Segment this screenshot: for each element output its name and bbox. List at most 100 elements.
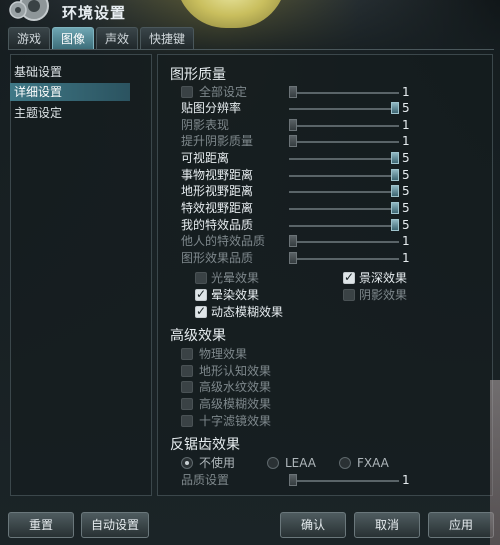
slider-value: 1 <box>402 234 410 248</box>
apply-button[interactable]: 应用 <box>428 512 494 538</box>
dof-checkbox[interactable] <box>343 270 355 284</box>
slider-track[interactable] <box>289 208 399 210</box>
effect-distance-row: 特效视野距离 5 <box>181 200 417 216</box>
slider-track[interactable] <box>289 141 399 143</box>
gear-icon <box>9 0 49 21</box>
slider-track[interactable] <box>289 175 399 177</box>
slider-value: 5 <box>402 201 410 215</box>
antialiasing-options-row: 不使用 LEAA FXAA <box>181 455 421 471</box>
slider-handle[interactable] <box>391 185 399 197</box>
slider-handle[interactable] <box>391 202 399 214</box>
slider-value: 1 <box>402 118 410 132</box>
slider-handle[interactable] <box>391 169 399 181</box>
slider-label: 可视距离 <box>181 151 230 165</box>
window-title: 环境设置 <box>62 4 127 22</box>
slider-label: 他人的特效品质 <box>181 234 266 248</box>
reset-button[interactable]: 重置 <box>8 512 74 538</box>
slider-handle[interactable] <box>391 102 399 114</box>
slider-value: 5 <box>402 184 410 198</box>
shadow-effect-checkbox[interactable] <box>343 289 355 301</box>
slider-handle[interactable] <box>289 119 297 131</box>
slider-label: 提升阴影质量 <box>181 134 254 148</box>
aa-fxaa-radio[interactable] <box>339 457 351 469</box>
slider-handle[interactable] <box>391 219 399 231</box>
slider-handle[interactable] <box>391 152 399 164</box>
blur-row: 晕染效果 阴影效果 <box>181 287 421 303</box>
terrain-recognition-row: 地形认知效果 <box>181 363 417 379</box>
slider-handle[interactable] <box>289 252 297 264</box>
blur-checkbox[interactable] <box>195 287 207 301</box>
tab-divider <box>8 49 494 50</box>
slider-value: 1 <box>402 134 410 148</box>
slider-value: 1 <box>402 85 410 99</box>
shadow-display-row: 阴影表现 1 <box>181 117 417 133</box>
water-checkbox[interactable] <box>181 381 193 393</box>
all-settings-checkbox[interactable] <box>181 86 193 98</box>
checkbox-label: 阴影效果 <box>359 288 408 302</box>
tab-hotkeys[interactable]: 快捷键 <box>140 27 195 49</box>
others-effect-quality-row: 他人的特效品质 1 <box>181 233 417 249</box>
physics-checkbox[interactable] <box>181 348 193 360</box>
auto-settings-button[interactable]: 自动设置 <box>81 512 149 538</box>
all-settings-row: 全部设定 1 <box>181 84 417 100</box>
slider-track[interactable] <box>289 191 399 193</box>
slider-value: 5 <box>402 218 410 232</box>
background-edge <box>490 380 500 545</box>
settings-window: 环境设置 游戏 图像 声效 快捷键 基础设置 详细设置 主题设定 图形质量 全部… <box>0 0 500 545</box>
motion-blur-row: 动态模糊效果 <box>181 304 421 320</box>
checkbox-label: 物理效果 <box>199 347 248 361</box>
slider-label: 我的特效品质 <box>181 218 254 232</box>
slider-label: 贴图分辨率 <box>181 101 242 115</box>
advanced-effects-heading: 高级效果 <box>170 328 226 344</box>
cross-filter-row: 十字滤镜效果 <box>181 413 417 429</box>
physics-row: 物理效果 <box>181 346 417 362</box>
tab-graphics[interactable]: 图像 <box>52 27 95 49</box>
checkbox-label: 晕染效果 <box>211 288 260 302</box>
title-bar[interactable]: 环境设置 <box>0 0 500 26</box>
object-distance-row: 事物视野距离 5 <box>181 167 417 183</box>
view-distance-row: 可视距离 5 <box>181 150 417 166</box>
slider-track[interactable] <box>289 108 399 110</box>
slider-track[interactable] <box>289 92 399 94</box>
slider-value: 1 <box>402 251 410 265</box>
radio-label: 不使用 <box>199 456 236 470</box>
slider-track[interactable] <box>289 225 399 227</box>
slider-handle[interactable] <box>289 474 297 486</box>
slider-value: 5 <box>402 151 410 165</box>
slider-handle[interactable] <box>289 235 297 247</box>
sidebar-item-basic[interactable]: 基础设置 <box>10 63 130 81</box>
aa-leaa-radio[interactable] <box>267 457 279 469</box>
all-settings-label: 全部设定 <box>199 85 248 99</box>
motion-blur-checkbox[interactable] <box>195 304 207 318</box>
slider-label: 地形视野距离 <box>181 184 254 198</box>
terrain-recognition-checkbox[interactable] <box>181 365 193 377</box>
checkbox-label: 动态模糊效果 <box>211 305 284 319</box>
confirm-button[interactable]: 确认 <box>280 512 346 538</box>
slider-track[interactable] <box>289 480 399 482</box>
slider-handle[interactable] <box>289 135 297 147</box>
advanced-blur-checkbox[interactable] <box>181 398 193 410</box>
sidebar-item-detail[interactable]: 详细设置 <box>10 83 130 101</box>
checkbox-label: 景深效果 <box>359 271 408 285</box>
cross-filter-checkbox[interactable] <box>181 415 193 427</box>
checkbox-label: 十字滤镜效果 <box>199 414 272 428</box>
tab-sound[interactable]: 声效 <box>96 27 139 49</box>
checkbox-label: 地形认知效果 <box>199 364 272 378</box>
antialiasing-heading: 反锯齿效果 <box>170 437 240 453</box>
slider-track[interactable] <box>289 158 399 160</box>
aa-quality-row: 品质设置 1 <box>181 472 417 488</box>
slider-track[interactable] <box>289 258 399 260</box>
slider-track[interactable] <box>289 241 399 243</box>
radio-label: LEAA <box>285 456 317 470</box>
slider-handle[interactable] <box>289 86 297 98</box>
slider-value: 5 <box>402 168 410 182</box>
shadow-quality-row: 提升阴影质量 1 <box>181 133 417 149</box>
slider-label: 特效视野距离 <box>181 201 254 215</box>
bloom-checkbox[interactable] <box>195 272 207 284</box>
slider-track[interactable] <box>289 125 399 127</box>
graphic-effect-quality-row: 图形效果品质 1 <box>181 250 417 266</box>
aa-none-radio[interactable] <box>181 457 193 469</box>
cancel-button[interactable]: 取消 <box>354 512 420 538</box>
tab-game[interactable]: 游戏 <box>8 27 51 49</box>
sidebar-item-theme[interactable]: 主题设定 <box>10 104 130 122</box>
